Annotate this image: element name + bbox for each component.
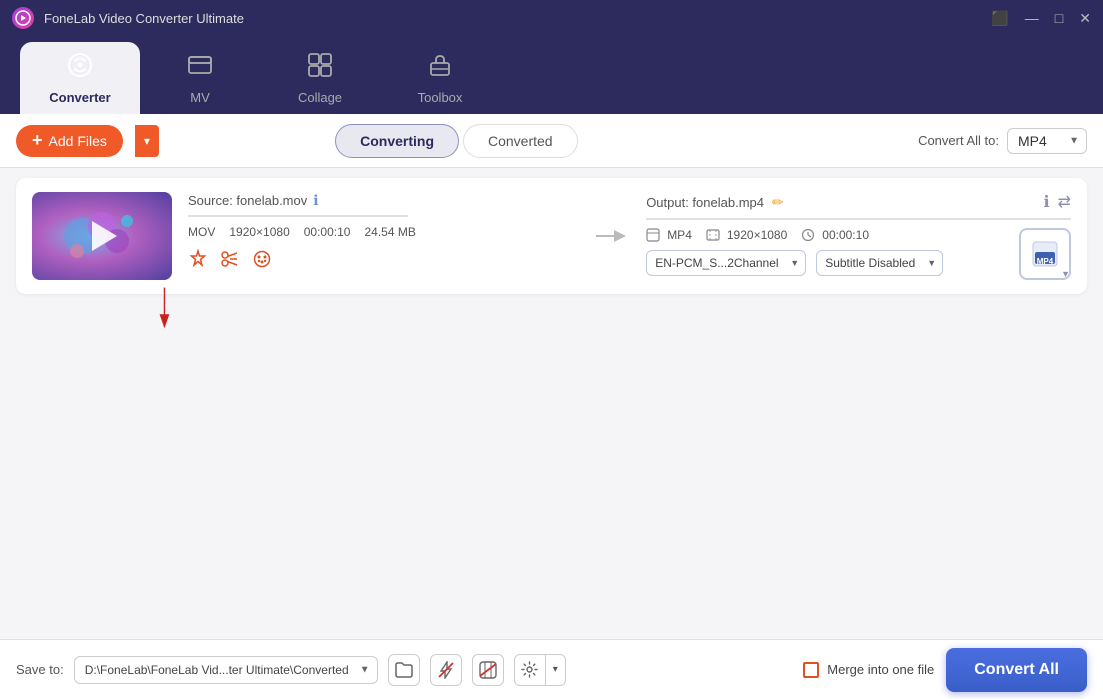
format-select-wrap: MP4 MKV AVI MOV xyxy=(1007,128,1087,154)
bottombar: Save to: D:\FoneLab\FoneLab Vid...ter Ul… xyxy=(0,639,1103,699)
tab-toolbox[interactable]: Toolbox xyxy=(380,42,500,114)
folder-browse-button[interactable] xyxy=(388,654,420,686)
audio-select[interactable]: EN-PCM_S...2Channel xyxy=(646,250,806,276)
save-path-select[interactable]: D:\FoneLab\FoneLab Vid...ter Ultimate\Co… xyxy=(74,656,378,684)
output-reset-button[interactable]: ⇄ xyxy=(1058,192,1071,212)
output-format-badge[interactable]: MP4 ▼ xyxy=(1019,228,1071,280)
settings-dropdown-button[interactable]: ▾ xyxy=(546,654,566,686)
file-duration: 00:00:10 xyxy=(304,225,351,239)
nav-tabs: Converter MV Collage xyxy=(0,36,1103,114)
merge-checkbox[interactable] xyxy=(803,662,819,678)
main-content: Source: fonelab.mov ℹ MOV 1920×1080 00:0… xyxy=(0,168,1103,639)
source-section: Source: fonelab.mov ℹ MOV 1920×1080 00:0… xyxy=(188,192,574,274)
save-path-wrap: D:\FoneLab\FoneLab Vid...ter Ultimate\Co… xyxy=(74,656,378,684)
file-meta: MOV 1920×1080 00:00:10 24.54 MB xyxy=(188,225,574,239)
output-section: Output: fonelab.mp4 ✏ ℹ ⇄ MP4 xyxy=(646,192,1071,280)
output-edit-icon[interactable]: ✏ xyxy=(772,194,784,211)
tab-mv-label: MV xyxy=(190,90,210,105)
app-title: FoneLab Video Converter Ultimate xyxy=(44,11,981,26)
settings-button[interactable] xyxy=(514,654,546,686)
thumbnail xyxy=(32,192,172,280)
flash-settings-button[interactable] xyxy=(472,654,504,686)
subtitle-select-wrap: Subtitle Disabled None xyxy=(816,250,943,276)
convert-all-to-group: Convert All to: MP4 MKV AVI MOV xyxy=(918,128,1087,154)
convert-all-to-label: Convert All to: xyxy=(918,133,999,148)
tab-converting[interactable]: Converting xyxy=(335,124,459,158)
window-controls: ⬛ — □ ✕ xyxy=(991,11,1091,25)
output-resolution-text: 1920×1080 xyxy=(706,228,787,242)
toolbar: + Add Files ▾ Converting Converted Conve… xyxy=(0,114,1103,168)
output-meta: MP4 1920×1080 00:00:10 xyxy=(646,228,1009,242)
collage-icon xyxy=(307,52,333,84)
arrow-separator xyxy=(590,224,630,248)
cut-icon[interactable] xyxy=(220,249,240,274)
add-files-label: Add Files xyxy=(49,133,107,149)
tab-toolbox-label: Toolbox xyxy=(418,90,463,105)
svg-text:MP4: MP4 xyxy=(1037,257,1054,266)
flash-off-button[interactable] xyxy=(430,654,462,686)
output-actions: ℹ ⇄ xyxy=(1044,192,1071,212)
file-card-wrapper: Source: fonelab.mov ℹ MOV 1920×1080 00:0… xyxy=(16,178,1087,294)
action-icons xyxy=(188,249,574,274)
minimize-button[interactable]: — xyxy=(1025,11,1039,25)
file-size: 24.54 MB xyxy=(364,225,415,239)
converter-icon xyxy=(67,52,93,84)
merge-checkbox-group: Merge into one file xyxy=(803,662,934,678)
output-duration-text: 00:00:10 xyxy=(801,228,869,242)
thumbnail-inner xyxy=(32,192,172,280)
maximize-button[interactable]: □ xyxy=(1055,11,1063,25)
source-info-icon[interactable]: ℹ xyxy=(313,192,318,209)
mv-icon xyxy=(187,52,213,84)
tab-collage[interactable]: Collage xyxy=(260,42,380,114)
palette-icon[interactable] xyxy=(252,249,272,274)
tab-converter[interactable]: Converter xyxy=(20,42,140,114)
audio-select-wrap: EN-PCM_S...2Channel xyxy=(646,250,806,276)
format-badge-expand-icon: ▼ xyxy=(1061,269,1070,279)
output-label: Output: fonelab.mp4 xyxy=(646,195,764,210)
source-divider xyxy=(188,215,408,217)
add-files-dropdown-button[interactable]: ▾ xyxy=(135,125,159,157)
output-format-text: MP4 xyxy=(646,228,692,242)
close-button[interactable]: ✕ xyxy=(1079,11,1091,25)
toolbox-icon xyxy=(427,52,453,84)
tab-collage-label: Collage xyxy=(298,90,342,105)
status-tabs: Converting Converted xyxy=(335,124,577,158)
titlebar: FoneLab Video Converter Ultimate ⬛ — □ ✕ xyxy=(0,0,1103,36)
merge-label: Merge into one file xyxy=(827,662,934,677)
format-select[interactable]: MP4 MKV AVI MOV xyxy=(1007,128,1087,154)
tab-converter-label: Converter xyxy=(49,90,110,105)
file-format: MOV xyxy=(188,225,215,239)
bottom-right: Merge into one file Convert All xyxy=(803,648,1087,692)
app-logo xyxy=(12,7,34,29)
source-header: Source: fonelab.mov ℹ xyxy=(188,192,574,209)
output-divider xyxy=(646,218,1071,220)
output-info-button[interactable]: ℹ xyxy=(1044,192,1050,212)
file-card: Source: fonelab.mov ℹ MOV 1920×1080 00:0… xyxy=(16,178,1087,294)
output-header: Output: fonelab.mp4 ✏ ℹ ⇄ xyxy=(646,192,1071,212)
tab-converted[interactable]: Converted xyxy=(463,124,578,158)
save-to-label: Save to: xyxy=(16,662,64,677)
tab-mv[interactable]: MV xyxy=(140,42,260,114)
file-resolution: 1920×1080 xyxy=(229,225,289,239)
subtitle-select[interactable]: Subtitle Disabled None xyxy=(816,250,943,276)
plus-icon: + xyxy=(32,130,43,151)
selects-row: EN-PCM_S...2Channel Subtitle Disabled No… xyxy=(646,250,1009,276)
convert-all-button[interactable]: Convert All xyxy=(946,648,1087,692)
source-label: Source: fonelab.mov xyxy=(188,193,307,208)
subtitles-icon[interactable]: ⬛ xyxy=(991,11,1008,25)
effects-icon[interactable] xyxy=(188,249,208,274)
add-files-button[interactable]: + Add Files xyxy=(16,125,123,157)
